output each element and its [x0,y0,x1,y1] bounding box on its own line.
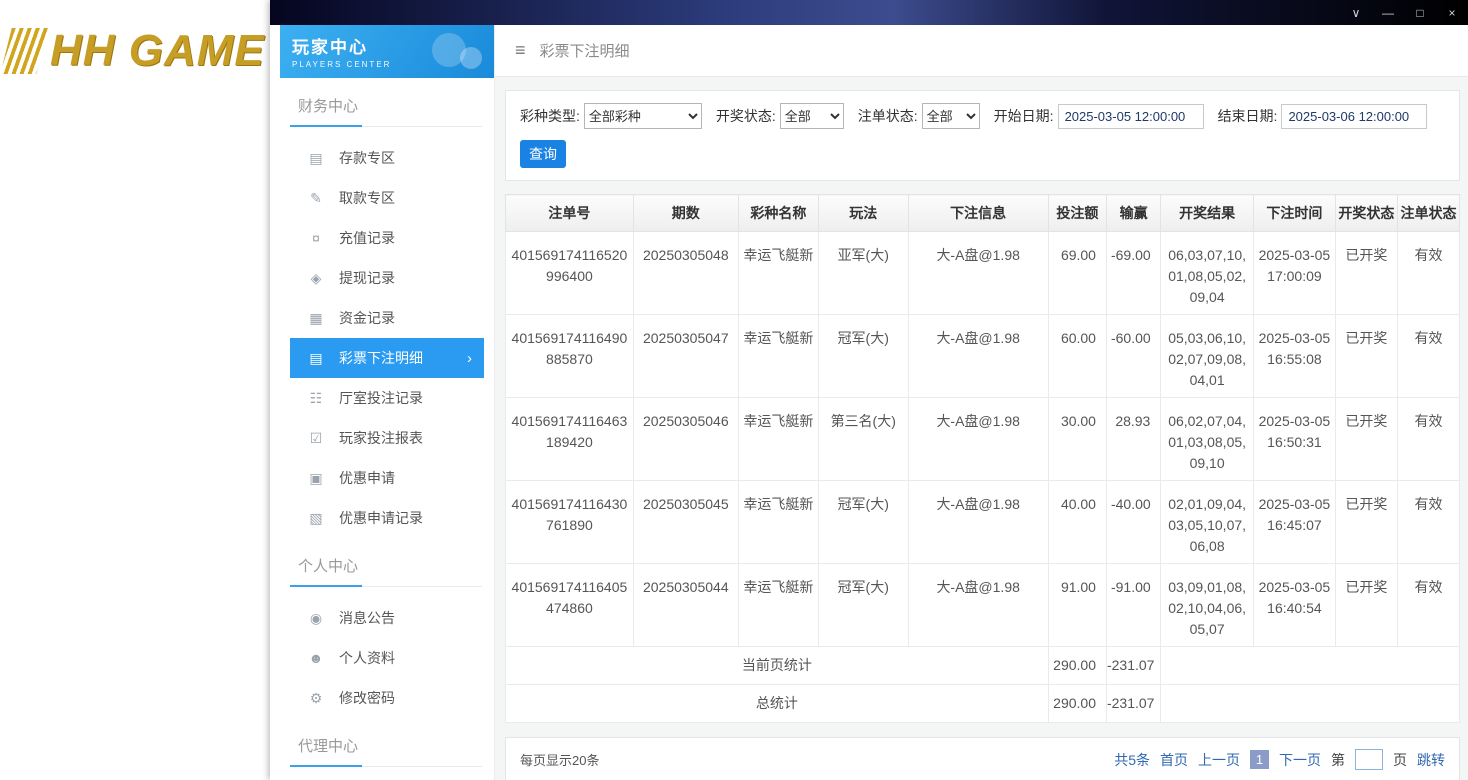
col-bet-status: 注单状态 [1397,195,1459,232]
sidebar-header: 玩家中心 PLAYERS CENTER [280,25,494,78]
draw-status-select[interactable]: 全部 [780,103,844,129]
col-amount: 投注额 [1048,195,1106,232]
cashout-record-icon: ◈ [308,270,324,287]
filter-panel: 彩种类型: 全部彩种 开奖状态: 全部 注单状态: [505,90,1460,181]
logo-stripes-icon [0,28,47,74]
sidebar-item-profile[interactable]: ☻ 个人资料 [290,638,484,678]
logo-area: HH GAME [0,0,270,780]
jump-suffix-label: 页 [1393,750,1407,770]
table-header-row: 注单号 期数 彩种名称 玩法 下注信息 投注额 输赢 开奖结果 下注时间 开奖状… [506,195,1460,232]
col-winloss: 输赢 [1106,195,1160,232]
jump-page-input[interactable] [1355,749,1383,770]
table-row: 401569174116430761890 20250305045 幸运飞艇新 … [506,481,1460,564]
hamburger-icon[interactable]: ≡ [515,40,526,61]
bet-status-label: 注单状态: [858,106,918,126]
table-row: 401569174116405474860 20250305044 幸运飞艇新 … [506,564,1460,647]
main-area: ≡ 彩票下注明细 彩种类型: 全部彩种 开奖状态: [495,25,1468,780]
current-page-indicator[interactable]: 1 [1250,750,1269,769]
table-row: 401569174116463189420 20250305046 幸运飞艇新 … [506,398,1460,481]
sidebar-item-hall-bet-record[interactable]: ☷ 厅室投注记录 [290,378,484,418]
col-lottery: 彩种名称 [738,195,818,232]
start-date-input[interactable] [1058,104,1204,129]
col-period: 期数 [633,195,738,232]
header-decoration-icon [460,47,482,69]
sidebar-item-messages[interactable]: ◉ 消息公告 [290,598,484,638]
search-button[interactable]: 查询 [520,140,566,168]
jump-prefix-label: 第 [1331,750,1345,770]
jump-button[interactable]: 跳转 [1417,750,1445,770]
promo-apply-icon: ▣ [308,470,324,487]
window-titlebar: ∨ — □ × [270,0,1468,25]
finance-menu: ▤ 存款专区 ✎ 取款专区 ¤ 充值记录 ◈ 提现记录 ▦ 资金记录 [280,138,494,538]
start-date-label: 开始日期: [994,106,1054,126]
table-row: 401569174116490885870 20250305047 幸运飞艇新 … [506,315,1460,398]
recharge-record-icon: ¤ [308,230,324,246]
sidebar-item-withdraw[interactable]: ✎ 取款专区 [290,178,484,218]
sidebar-item-funds-record[interactable]: ▦ 资金记录 [290,298,484,338]
col-play: 玩法 [818,195,908,232]
pagination-bar: 每页显示20条 共5条 首页 上一页 1 下一页 第 页 跳转 [505,737,1460,780]
prev-page-link[interactable]: 上一页 [1198,750,1240,770]
bell-icon: ◉ [308,610,324,627]
end-date-input[interactable] [1281,104,1427,129]
bet-status-select[interactable]: 全部 [922,103,980,129]
col-time: 下注时间 [1253,195,1335,232]
funds-record-icon: ▦ [308,310,324,327]
sidebar-item-change-password[interactable]: ⚙ 修改密码 [290,678,484,718]
sidebar-item-player-bet-report[interactable]: ☑ 玩家投注报表 [290,418,484,458]
col-draw-status: 开奖状态 [1335,195,1397,232]
brand-logo: HH GAME [6,26,265,76]
lottery-bet-detail-icon: ▤ [308,350,324,367]
page-title: 彩票下注明细 [540,40,630,61]
sidebar-item-cashout-record[interactable]: ◈ 提现记录 [290,258,484,298]
sidebar: 玩家中心 PLAYERS CENTER 财务中心 ▤ 存款专区 ✎ 取款专区 ¤ [270,25,495,780]
app-window: ∨ — □ × 玩家中心 PLAYERS CENTER 财务中心 ▤ 存款专区 [270,0,1468,780]
lottery-type-label: 彩种类型: [520,106,580,126]
lottery-type-select[interactable]: 全部彩种 [584,103,702,129]
chevron-right-icon: › [467,350,472,367]
first-page-link[interactable]: 首页 [1160,750,1188,770]
gear-icon: ⚙ [308,690,324,707]
window-maximize-button[interactable]: □ [1404,0,1436,25]
window-minimize-button[interactable]: — [1372,0,1404,25]
total-count-text: 共5条 [1114,750,1150,770]
topbar: ≡ 彩票下注明细 [495,25,1468,77]
sidebar-item-promo-apply[interactable]: ▣ 优惠申请 [290,458,484,498]
player-bet-report-icon: ☑ [308,430,324,447]
col-result: 开奖结果 [1161,195,1254,232]
content-area: 彩种类型: 全部彩种 开奖状态: 全部 注单状态: [495,77,1468,780]
end-date-label: 结束日期: [1218,106,1278,126]
user-icon: ☻ [308,650,324,666]
page-summary-row: 当前页统计 290.00 -231.07 [506,647,1460,685]
window-menu-button[interactable]: ∨ [1340,0,1372,25]
section-personal-center: 个人中心 [290,555,482,587]
sidebar-item-deposit[interactable]: ▤ 存款专区 [290,138,484,178]
col-order: 注单号 [506,195,634,232]
section-finance-center: 财务中心 [290,95,482,127]
page-size-text: 每页显示20条 [520,750,599,769]
section-agent-center: 代理中心 [290,735,482,767]
draw-status-label: 开奖状态: [716,106,776,126]
next-page-link[interactable]: 下一页 [1279,750,1321,770]
withdraw-icon: ✎ [308,190,324,207]
logo-text: HH GAME [50,26,265,76]
col-info: 下注信息 [908,195,1048,232]
hall-bet-record-icon: ☷ [308,390,324,407]
window-close-button[interactable]: × [1436,0,1468,25]
table-row: 401569174116520996400 20250305048 幸运飞艇新 … [506,232,1460,315]
total-summary-row: 总统计 290.00 -231.07 [506,685,1460,723]
sidebar-item-lottery-bet-detail[interactable]: ▤ 彩票下注明细 › [290,338,484,378]
sidebar-item-promo-apply-record[interactable]: ▧ 优惠申请记录 [290,498,484,538]
sidebar-item-recharge-record[interactable]: ¤ 充值记录 [290,218,484,258]
deposit-icon: ▤ [308,150,324,167]
personal-menu: ◉ 消息公告 ☻ 个人资料 ⚙ 修改密码 [280,598,494,718]
promo-apply-record-icon: ▧ [308,510,324,527]
bet-detail-table: 注单号 期数 彩种名称 玩法 下注信息 投注额 输赢 开奖结果 下注时间 开奖状… [505,194,1460,723]
